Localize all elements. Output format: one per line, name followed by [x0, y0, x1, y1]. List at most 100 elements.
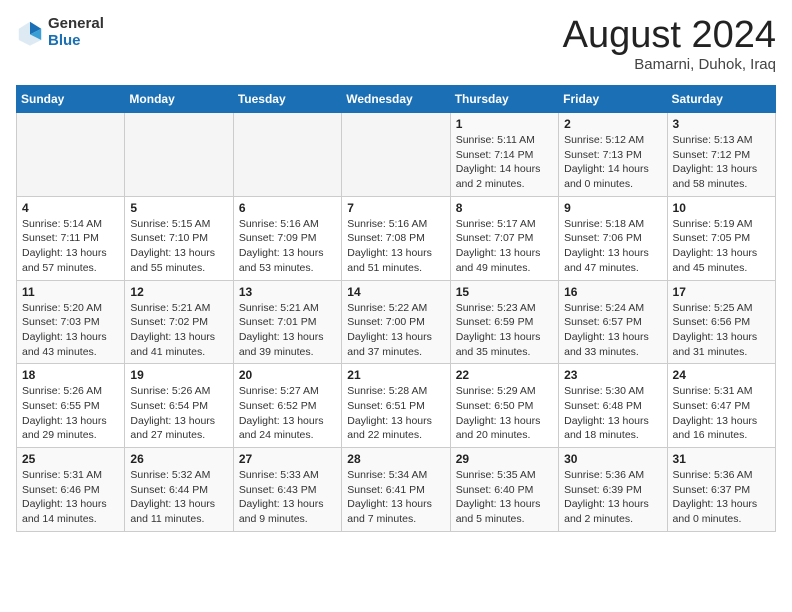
- calendar-cell: 10 Sunrise: 5:19 AM Sunset: 7:05 PM Dayli…: [667, 196, 775, 280]
- weekday-header-monday: Monday: [125, 86, 233, 113]
- calendar-cell: 27 Sunrise: 5:33 AM Sunset: 6:43 PM Dayli…: [233, 448, 341, 532]
- location-subtitle: Bamarni, Duhok, Iraq: [563, 56, 776, 73]
- day-info: Sunrise: 5:26 AM Sunset: 6:55 PM Dayligh…: [22, 384, 119, 443]
- calendar-cell: 22 Sunrise: 5:29 AM Sunset: 6:50 PM Dayli…: [450, 364, 558, 448]
- calendar-cell: 18 Sunrise: 5:26 AM Sunset: 6:55 PM Dayli…: [17, 364, 125, 448]
- day-number: 8: [456, 201, 553, 215]
- day-number: 31: [673, 452, 770, 466]
- day-number: 11: [22, 285, 119, 299]
- day-number: 23: [564, 368, 661, 382]
- weekday-header-row: SundayMondayTuesdayWednesdayThursdayFrid…: [17, 86, 776, 113]
- weekday-header-friday: Friday: [559, 86, 667, 113]
- day-info: Sunrise: 5:14 AM Sunset: 7:11 PM Dayligh…: [22, 217, 119, 276]
- calendar-week-row: 18 Sunrise: 5:26 AM Sunset: 6:55 PM Dayli…: [17, 364, 776, 448]
- calendar-cell: 25 Sunrise: 5:31 AM Sunset: 6:46 PM Dayli…: [17, 448, 125, 532]
- day-info: Sunrise: 5:16 AM Sunset: 7:09 PM Dayligh…: [239, 217, 336, 276]
- day-info: Sunrise: 5:26 AM Sunset: 6:54 PM Dayligh…: [130, 384, 227, 443]
- calendar-cell: [125, 113, 233, 197]
- day-info: Sunrise: 5:21 AM Sunset: 7:02 PM Dayligh…: [130, 301, 227, 360]
- day-number: 15: [456, 285, 553, 299]
- day-number: 26: [130, 452, 227, 466]
- calendar-table: SundayMondayTuesdayWednesdayThursdayFrid…: [16, 85, 776, 532]
- calendar-cell: 20 Sunrise: 5:27 AM Sunset: 6:52 PM Dayli…: [233, 364, 341, 448]
- calendar-cell: 30Sunrise: 5:36 AM Sunset: 6:39 PM Dayli…: [559, 448, 667, 532]
- calendar-cell: 24 Sunrise: 5:31 AM Sunset: 6:47 PM Dayli…: [667, 364, 775, 448]
- day-info: Sunrise: 5:12 AM Sunset: 7:13 PM Dayligh…: [564, 133, 661, 192]
- day-number: 21: [347, 368, 444, 382]
- day-number: 3: [673, 117, 770, 131]
- calendar-cell: 7 Sunrise: 5:16 AM Sunset: 7:08 PM Daylig…: [342, 196, 450, 280]
- logo-blue: Blue: [48, 33, 104, 50]
- weekday-header-tuesday: Tuesday: [233, 86, 341, 113]
- day-info: Sunrise: 5:21 AM Sunset: 7:01 PM Dayligh…: [239, 301, 336, 360]
- day-number: 24: [673, 368, 770, 382]
- day-number: 25: [22, 452, 119, 466]
- logo-icon: [16, 19, 44, 47]
- day-info: Sunrise: 5:33 AM Sunset: 6:43 PM Dayligh…: [239, 468, 336, 527]
- calendar-cell: 6 Sunrise: 5:16 AM Sunset: 7:09 PM Daylig…: [233, 196, 341, 280]
- day-number: 1: [456, 117, 553, 131]
- calendar-cell: 9 Sunrise: 5:18 AM Sunset: 7:06 PM Daylig…: [559, 196, 667, 280]
- calendar-cell: [342, 113, 450, 197]
- day-info: Sunrise: 5:27 AM Sunset: 6:52 PM Dayligh…: [239, 384, 336, 443]
- day-number: 7: [347, 201, 444, 215]
- calendar-week-row: 4 Sunrise: 5:14 AM Sunset: 7:11 PM Daylig…: [17, 196, 776, 280]
- weekday-header-wednesday: Wednesday: [342, 86, 450, 113]
- day-number: 14: [347, 285, 444, 299]
- day-number: 27: [239, 452, 336, 466]
- month-year-title: August 2024: [563, 16, 776, 54]
- logo-general: General: [48, 16, 104, 33]
- day-number: 2: [564, 117, 661, 131]
- day-number: 30: [564, 452, 661, 466]
- day-number: 6: [239, 201, 336, 215]
- calendar-cell: 17 Sunrise: 5:25 AM Sunset: 6:56 PM Dayli…: [667, 280, 775, 364]
- calendar-cell: [233, 113, 341, 197]
- day-info: Sunrise: 5:11 AM Sunset: 7:14 PM Dayligh…: [456, 133, 553, 192]
- calendar-cell: 3Sunrise: 5:13 AM Sunset: 7:12 PM Daylig…: [667, 113, 775, 197]
- header: General Blue August 2024 Bamarni, Duhok,…: [16, 16, 776, 73]
- calendar-week-row: 11 Sunrise: 5:20 AM Sunset: 7:03 PM Dayli…: [17, 280, 776, 364]
- title-block: August 2024 Bamarni, Duhok, Iraq: [563, 16, 776, 73]
- day-info: Sunrise: 5:16 AM Sunset: 7:08 PM Dayligh…: [347, 217, 444, 276]
- day-number: 29: [456, 452, 553, 466]
- calendar-cell: 11 Sunrise: 5:20 AM Sunset: 7:03 PM Dayli…: [17, 280, 125, 364]
- day-info: Sunrise: 5:22 AM Sunset: 7:00 PM Dayligh…: [347, 301, 444, 360]
- day-info: Sunrise: 5:34 AM Sunset: 6:41 PM Dayligh…: [347, 468, 444, 527]
- day-number: 19: [130, 368, 227, 382]
- day-info: Sunrise: 5:29 AM Sunset: 6:50 PM Dayligh…: [456, 384, 553, 443]
- day-info: Sunrise: 5:19 AM Sunset: 7:05 PM Dayligh…: [673, 217, 770, 276]
- calendar-cell: 12 Sunrise: 5:21 AM Sunset: 7:02 PM Dayli…: [125, 280, 233, 364]
- calendar-cell: 1 Sunrise: 5:11 AM Sunset: 7:14 PM Daylig…: [450, 113, 558, 197]
- day-info: Sunrise: 5:30 AM Sunset: 6:48 PM Dayligh…: [564, 384, 661, 443]
- day-info: Sunrise: 5:17 AM Sunset: 7:07 PM Dayligh…: [456, 217, 553, 276]
- day-info: Sunrise: 5:15 AM Sunset: 7:10 PM Dayligh…: [130, 217, 227, 276]
- day-info: Sunrise: 5:31 AM Sunset: 6:46 PM Dayligh…: [22, 468, 119, 527]
- calendar-cell: 31Sunrise: 5:36 AM Sunset: 6:37 PM Dayli…: [667, 448, 775, 532]
- day-number: 22: [456, 368, 553, 382]
- day-number: 4: [22, 201, 119, 215]
- calendar-cell: 26Sunrise: 5:32 AM Sunset: 6:44 PM Dayli…: [125, 448, 233, 532]
- day-number: 16: [564, 285, 661, 299]
- day-info: Sunrise: 5:31 AM Sunset: 6:47 PM Dayligh…: [673, 384, 770, 443]
- day-info: Sunrise: 5:24 AM Sunset: 6:57 PM Dayligh…: [564, 301, 661, 360]
- calendar-cell: [17, 113, 125, 197]
- calendar-cell: 14 Sunrise: 5:22 AM Sunset: 7:00 PM Dayli…: [342, 280, 450, 364]
- day-info: Sunrise: 5:35 AM Sunset: 6:40 PM Dayligh…: [456, 468, 553, 527]
- day-number: 18: [22, 368, 119, 382]
- day-info: Sunrise: 5:25 AM Sunset: 6:56 PM Dayligh…: [673, 301, 770, 360]
- logo-text: General Blue: [48, 16, 104, 49]
- day-number: 20: [239, 368, 336, 382]
- calendar-cell: 5Sunrise: 5:15 AM Sunset: 7:10 PM Daylig…: [125, 196, 233, 280]
- day-number: 17: [673, 285, 770, 299]
- day-number: 9: [564, 201, 661, 215]
- day-info: Sunrise: 5:20 AM Sunset: 7:03 PM Dayligh…: [22, 301, 119, 360]
- day-number: 12: [130, 285, 227, 299]
- calendar-cell: 23 Sunrise: 5:30 AM Sunset: 6:48 PM Dayli…: [559, 364, 667, 448]
- day-number: 10: [673, 201, 770, 215]
- weekday-header-thursday: Thursday: [450, 86, 558, 113]
- day-info: Sunrise: 5:18 AM Sunset: 7:06 PM Dayligh…: [564, 217, 661, 276]
- calendar-cell: 13Sunrise: 5:21 AM Sunset: 7:01 PM Dayli…: [233, 280, 341, 364]
- day-number: 28: [347, 452, 444, 466]
- calendar-cell: 8 Sunrise: 5:17 AM Sunset: 7:07 PM Daylig…: [450, 196, 558, 280]
- calendar-cell: 16 Sunrise: 5:24 AM Sunset: 6:57 PM Dayli…: [559, 280, 667, 364]
